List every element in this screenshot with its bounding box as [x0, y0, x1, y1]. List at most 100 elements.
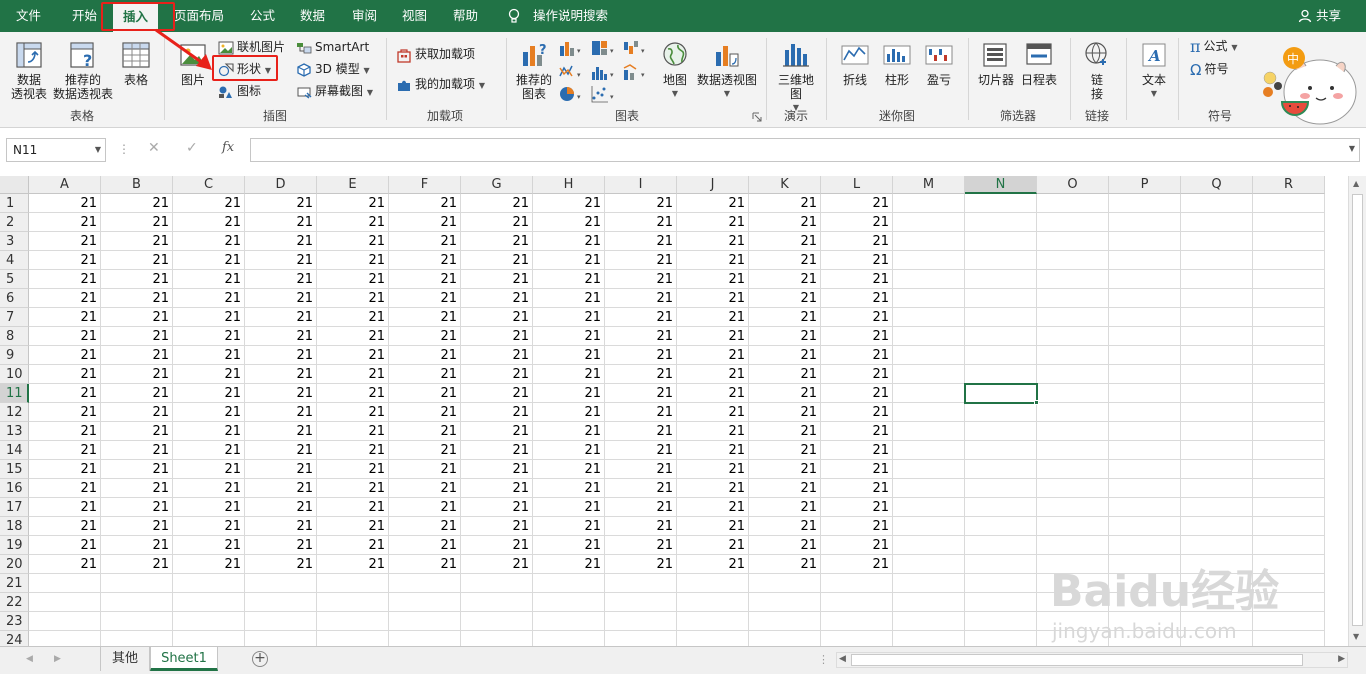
cell-D17[interactable]: 21	[245, 498, 317, 517]
cell-I4[interactable]: 21	[605, 251, 677, 270]
cell-D1[interactable]: 21	[245, 194, 317, 213]
cell-H22[interactable]	[533, 593, 605, 612]
cell-I9[interactable]: 21	[605, 346, 677, 365]
scatter-chart-icon[interactable]: ▾	[590, 84, 618, 104]
cell-Q22[interactable]	[1181, 593, 1253, 612]
cell-Q24[interactable]	[1181, 631, 1253, 646]
cell-A13[interactable]: 21	[29, 422, 101, 441]
cell-G3[interactable]: 21	[461, 232, 533, 251]
cell-K12[interactable]: 21	[749, 403, 821, 422]
cell-C24[interactable]	[173, 631, 245, 646]
cell-E12[interactable]: 21	[317, 403, 389, 422]
cell-E1[interactable]: 21	[317, 194, 389, 213]
cell-J23[interactable]	[677, 612, 749, 631]
cell-G11[interactable]: 21	[461, 384, 533, 403]
cell-Q8[interactable]	[1181, 327, 1253, 346]
cell-Q12[interactable]	[1181, 403, 1253, 422]
share-button[interactable]: 共享	[1296, 0, 1341, 32]
cell-R3[interactable]	[1253, 232, 1325, 251]
cell-Q6[interactable]	[1181, 289, 1253, 308]
cell-R7[interactable]	[1253, 308, 1325, 327]
column-chart-icon[interactable]: ▾	[558, 38, 586, 58]
cell-I2[interactable]: 21	[605, 213, 677, 232]
row-header-16[interactable]: 16	[0, 479, 29, 498]
cell-M24[interactable]	[893, 631, 965, 646]
cell-O1[interactable]	[1037, 194, 1109, 213]
cell-D18[interactable]: 21	[245, 517, 317, 536]
row-header-23[interactable]: 23	[0, 612, 29, 631]
cell-H20[interactable]: 21	[533, 555, 605, 574]
cell-O7[interactable]	[1037, 308, 1109, 327]
cell-A10[interactable]: 21	[29, 365, 101, 384]
cell-I6[interactable]: 21	[605, 289, 677, 308]
cell-H15[interactable]: 21	[533, 460, 605, 479]
cell-K18[interactable]: 21	[749, 517, 821, 536]
cell-L8[interactable]: 21	[821, 327, 893, 346]
cell-N20[interactable]	[965, 555, 1037, 574]
cell-E14[interactable]: 21	[317, 441, 389, 460]
cell-E23[interactable]	[317, 612, 389, 631]
cell-K23[interactable]	[749, 612, 821, 631]
cell-B9[interactable]: 21	[101, 346, 173, 365]
cell-Q4[interactable]	[1181, 251, 1253, 270]
tab-splitter[interactable]: ⋮	[818, 653, 829, 666]
cell-O8[interactable]	[1037, 327, 1109, 346]
cell-K24[interactable]	[749, 631, 821, 646]
cell-L19[interactable]: 21	[821, 536, 893, 555]
cell-M21[interactable]	[893, 574, 965, 593]
cell-R24[interactable]	[1253, 631, 1325, 646]
dialog-launcher-icon[interactable]	[752, 112, 762, 122]
cell-A7[interactable]: 21	[29, 308, 101, 327]
cell-P7[interactable]	[1109, 308, 1181, 327]
cell-L15[interactable]: 21	[821, 460, 893, 479]
cell-H17[interactable]: 21	[533, 498, 605, 517]
cell-B10[interactable]: 21	[101, 365, 173, 384]
cell-F13[interactable]: 21	[389, 422, 461, 441]
cell-A23[interactable]	[29, 612, 101, 631]
cell-H14[interactable]: 21	[533, 441, 605, 460]
cell-B19[interactable]: 21	[101, 536, 173, 555]
cell-Q17[interactable]	[1181, 498, 1253, 517]
cell-O19[interactable]	[1037, 536, 1109, 555]
cell-K2[interactable]: 21	[749, 213, 821, 232]
cell-P14[interactable]	[1109, 441, 1181, 460]
column-header-E[interactable]: E	[317, 176, 389, 194]
cell-H13[interactable]: 21	[533, 422, 605, 441]
row-header-20[interactable]: 20	[0, 555, 29, 574]
recommended-pivot-button[interactable]: ? 推荐的 数据透视表	[52, 40, 114, 101]
cell-N23[interactable]	[965, 612, 1037, 631]
cell-R9[interactable]	[1253, 346, 1325, 365]
cell-C10[interactable]: 21	[173, 365, 245, 384]
cell-E16[interactable]: 21	[317, 479, 389, 498]
cell-I22[interactable]	[605, 593, 677, 612]
cell-O4[interactable]	[1037, 251, 1109, 270]
cell-K4[interactable]: 21	[749, 251, 821, 270]
row-header-12[interactable]: 12	[0, 403, 29, 422]
scroll-up-arrow-icon[interactable]: ▲	[1353, 179, 1359, 188]
column-header-A[interactable]: A	[29, 176, 101, 194]
cell-K15[interactable]: 21	[749, 460, 821, 479]
statistic-chart-icon[interactable]: ▾	[590, 62, 618, 82]
cell-E2[interactable]: 21	[317, 213, 389, 232]
cell-G1[interactable]: 21	[461, 194, 533, 213]
column-header-K[interactable]: K	[749, 176, 821, 194]
row-header-7[interactable]: 7	[0, 308, 29, 327]
cell-M18[interactable]	[893, 517, 965, 536]
cell-B15[interactable]: 21	[101, 460, 173, 479]
cell-M2[interactable]	[893, 213, 965, 232]
cell-J1[interactable]: 21	[677, 194, 749, 213]
row-header-13[interactable]: 13	[0, 422, 29, 441]
pivot-table-button[interactable]: 数据 透视表	[8, 40, 50, 101]
cell-J13[interactable]: 21	[677, 422, 749, 441]
cell-G21[interactable]	[461, 574, 533, 593]
cell-R21[interactable]	[1253, 574, 1325, 593]
3d-map-button[interactable]: 三维地 图 ▼	[774, 40, 818, 115]
cell-H21[interactable]	[533, 574, 605, 593]
cell-J9[interactable]: 21	[677, 346, 749, 365]
cell-J11[interactable]: 21	[677, 384, 749, 403]
cell-F9[interactable]: 21	[389, 346, 461, 365]
cell-O21[interactable]	[1037, 574, 1109, 593]
cell-D21[interactable]	[245, 574, 317, 593]
cell-Q5[interactable]	[1181, 270, 1253, 289]
chevron-down-icon[interactable]: ▼	[95, 139, 101, 161]
